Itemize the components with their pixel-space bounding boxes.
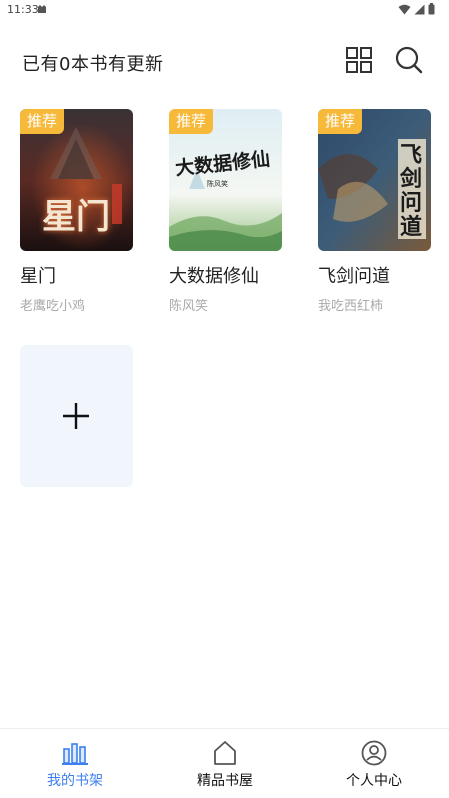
signal-icon <box>414 4 425 14</box>
recommend-badge: 推荐 <box>318 109 362 134</box>
plus-icon <box>63 403 89 429</box>
wifi-icon <box>398 4 411 14</box>
notification-icon <box>38 5 46 13</box>
nav-label: 我的书架 <box>47 773 103 789</box>
book-cover[interactable]: 推荐 大数据修仙 陈风笑 <box>169 109 282 251</box>
book-cover-author: 陈风笑 <box>207 180 228 188</box>
book-cover[interactable]: 推荐 飞剑问道 <box>318 109 431 251</box>
add-book-button[interactable] <box>20 345 133 487</box>
book-author: 我吃西红柿 <box>318 299 384 314</box>
book-cover[interactable]: 推荐 星门 <box>20 109 133 251</box>
status-time: 11:33 <box>7 3 39 16</box>
book-item[interactable]: 推荐 大数据修仙 陈风笑 大数据修仙 陈风笑 <box>169 109 283 314</box>
book-item[interactable]: 推荐 飞剑问道 飞剑问道 我吃西红柿 <box>318 109 432 314</box>
recommend-badge: 推荐 <box>20 109 64 134</box>
nav-label: 精品书屋 <box>197 773 253 789</box>
grid-icon <box>346 47 372 73</box>
bottom-nav: 我的书架 精品书屋 个人中心 <box>0 728 449 798</box>
nav-label: 个人中心 <box>346 773 402 789</box>
book-title: 大数据修仙 <box>169 266 259 287</box>
recommend-badge: 推荐 <box>169 109 213 134</box>
profile-icon <box>361 740 387 766</box>
book-cover-title: 飞剑问道 <box>400 142 423 240</box>
battery-icon <box>428 3 435 15</box>
status-bar: 11:33 <box>0 0 449 20</box>
status-icons <box>398 3 435 15</box>
book-title: 星门 <box>20 266 56 287</box>
search-icon <box>395 46 423 74</box>
book-item[interactable]: 推荐 星门 星门 老鹰吃小鸡 <box>20 109 134 314</box>
grid-view-button[interactable] <box>344 45 374 75</box>
nav-item-bookshelf[interactable]: 我的书架 <box>0 729 150 798</box>
book-author: 陈风笑 <box>169 299 209 314</box>
bookshelf-icon <box>62 743 88 765</box>
nav-item-profile[interactable]: 个人中心 <box>299 729 449 798</box>
search-button[interactable] <box>394 45 424 75</box>
update-status-title: 已有0本书有更新 <box>22 54 164 75</box>
home-icon <box>214 741 236 765</box>
book-cover-title: 星门 <box>42 197 110 237</box>
nav-item-boutique[interactable]: 精品书屋 <box>150 729 300 798</box>
book-author: 老鹰吃小鸡 <box>20 299 86 314</box>
header: 已有0本书有更新 <box>0 40 449 82</box>
book-title: 飞剑问道 <box>318 266 390 287</box>
